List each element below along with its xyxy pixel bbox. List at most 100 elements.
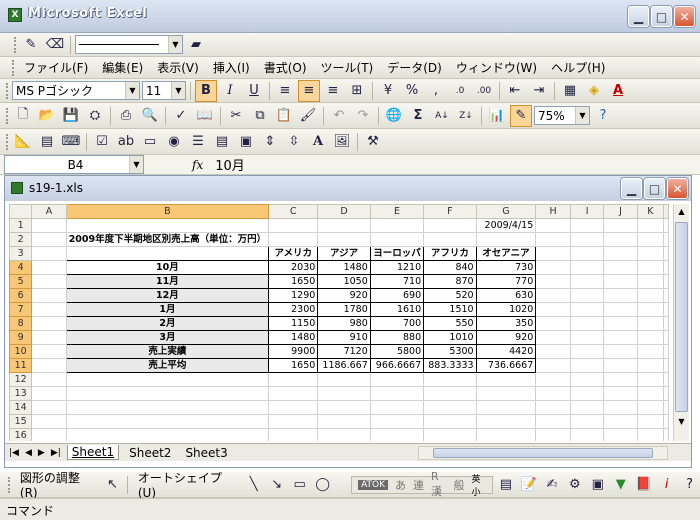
cell-value[interactable]: 1650 [268, 274, 319, 289]
ime-hiragana[interactable]: あ [395, 477, 406, 493]
cell-column-label[interactable]: アメリカ [268, 246, 319, 261]
cell[interactable] [663, 358, 669, 373]
cell[interactable] [663, 330, 669, 345]
cell[interactable] [663, 260, 669, 275]
cell-value[interactable]: 520 [423, 288, 477, 303]
undo-icon[interactable]: ↶ [328, 105, 350, 127]
cell[interactable] [636, 274, 665, 289]
sort-desc-icon[interactable]: Z↓ [455, 105, 477, 127]
cell[interactable] [268, 386, 319, 401]
ime-ren[interactable]: 連 [413, 477, 424, 493]
cell[interactable] [636, 330, 665, 345]
cell[interactable] [31, 288, 67, 303]
cell[interactable] [603, 260, 638, 275]
ime-eisho[interactable]: 英小 [471, 472, 486, 498]
cell-value[interactable]: 1010 [423, 330, 477, 345]
cell-value[interactable]: 1290 [268, 288, 319, 303]
cell-value[interactable]: 5300 [423, 344, 477, 359]
column-header[interactable]: F [423, 204, 477, 219]
ime-romaji[interactable]: R漢 [431, 470, 446, 499]
decrease-indent-icon[interactable]: ⇤ [504, 80, 526, 102]
cell[interactable] [423, 400, 477, 415]
cell-row-label[interactable]: 売上平均 [65, 358, 270, 373]
menu-format[interactable]: 書式(O) [258, 59, 313, 76]
cell[interactable] [65, 414, 270, 429]
ime-atok[interactable]: ATOK [358, 479, 389, 490]
cell[interactable] [535, 428, 571, 441]
cell-value[interactable]: 910 [317, 330, 371, 345]
cell-value[interactable]: 9900 [268, 344, 319, 359]
cell[interactable] [31, 386, 67, 401]
row-header[interactable]: 9 [9, 330, 33, 345]
comma-button[interactable]: , [425, 80, 447, 102]
cell-value[interactable]: 736.6667 [475, 358, 537, 373]
cell[interactable] [65, 372, 270, 387]
last-sheet-icon[interactable]: ▶| [51, 448, 61, 458]
cell[interactable] [663, 386, 669, 401]
cell[interactable] [636, 246, 665, 261]
column-header[interactable]: J [603, 204, 638, 219]
cell[interactable] [31, 218, 67, 233]
cell-value[interactable]: 1780 [317, 302, 371, 317]
cell[interactable] [569, 288, 605, 303]
cell[interactable] [31, 428, 67, 441]
close-button[interactable]: ✕ [674, 6, 695, 27]
row-header[interactable]: 15 [9, 414, 33, 429]
option-control-icon[interactable]: ◉ [163, 131, 185, 153]
cell[interactable] [663, 400, 669, 415]
cell-value[interactable]: 1510 [423, 302, 477, 317]
percent-button[interactable]: % [401, 80, 423, 102]
cell[interactable] [423, 428, 477, 441]
cell[interactable] [423, 386, 477, 401]
ime-pad-icon[interactable]: ✍ [541, 474, 562, 496]
ime-tool-icon[interactable]: ⚙ [564, 474, 585, 496]
rectangle-tool-icon[interactable]: ▭ [289, 474, 310, 496]
cell-row-label[interactable]: 売上実績 [65, 344, 270, 359]
font-color-button[interactable]: A [607, 80, 629, 102]
cell[interactable] [636, 316, 665, 331]
spin-control-icon[interactable]: ⇕ [259, 131, 281, 153]
column-header[interactable]: G [475, 204, 537, 219]
menu-insert[interactable]: 挿入(I) [207, 59, 256, 76]
cell-value[interactable]: 1020 [475, 302, 537, 317]
cell[interactable] [369, 414, 425, 429]
combobox-control-icon[interactable]: ▤ [211, 131, 233, 153]
cell[interactable] [268, 428, 319, 441]
cell[interactable] [636, 232, 665, 247]
cell[interactable] [423, 218, 477, 233]
wb-close-button[interactable]: ✕ [667, 178, 688, 199]
cell[interactable] [475, 414, 537, 429]
column-header[interactable]: A [31, 204, 67, 219]
cell-value[interactable]: 1150 [268, 316, 319, 331]
cell-column-label[interactable]: ヨーロッパ [369, 246, 425, 261]
cell[interactable] [31, 400, 67, 415]
research-icon[interactable]: 📖 [194, 105, 216, 127]
cell[interactable] [569, 358, 605, 373]
cell[interactable] [663, 372, 669, 387]
cell-value[interactable]: 7120 [317, 344, 371, 359]
column-header[interactable]: K [636, 204, 665, 219]
cell[interactable] [535, 400, 571, 415]
cell[interactable] [569, 316, 605, 331]
merge-center-icon[interactable]: ⊞ [346, 80, 368, 102]
pen-icon[interactable]: ✎ [20, 34, 42, 56]
wb-maximize-button[interactable]: □ [644, 178, 665, 199]
cell-value[interactable]: 870 [423, 274, 477, 289]
cell[interactable] [475, 400, 537, 415]
cell[interactable] [663, 414, 669, 429]
tab-sheet2[interactable]: Sheet2 [125, 446, 175, 460]
bold-button[interactable]: B [195, 79, 217, 102]
cell-row-label[interactable]: 10月 [65, 260, 270, 275]
cell-date[interactable]: 2009/4/15 [475, 218, 537, 233]
cell-value[interactable]: 630 [475, 288, 537, 303]
cell[interactable] [636, 288, 665, 303]
properties-icon[interactable]: ▤ [36, 131, 58, 153]
cell-value[interactable]: 880 [369, 330, 425, 345]
line-tool-icon[interactable]: ╲ [243, 474, 264, 496]
cell[interactable] [603, 344, 638, 359]
cell[interactable] [535, 260, 571, 275]
open-folder-icon[interactable]: 📂 [36, 105, 58, 127]
cell-value[interactable]: 730 [475, 260, 537, 275]
menu-data[interactable]: データ(D) [381, 59, 448, 76]
cell[interactable] [569, 302, 605, 317]
